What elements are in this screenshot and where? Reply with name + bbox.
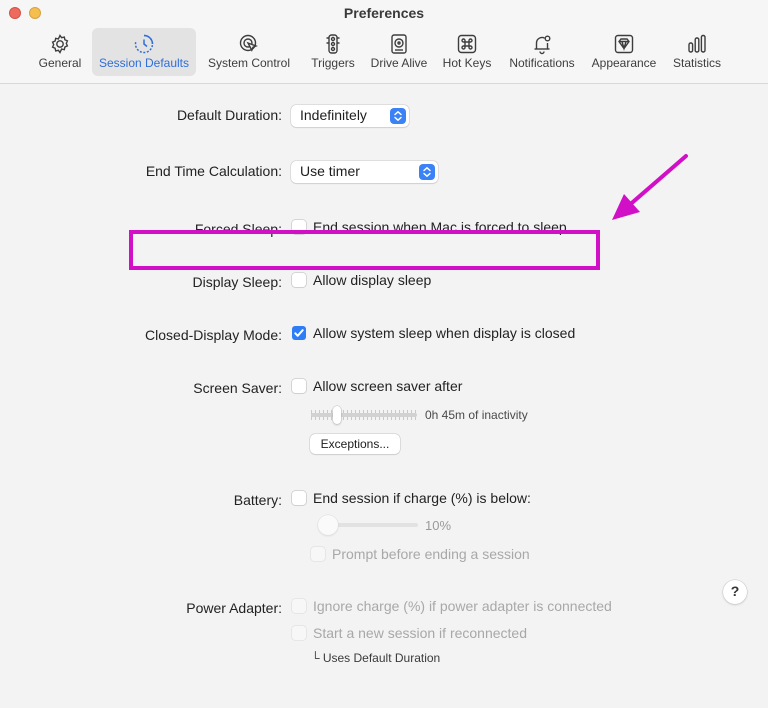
command-key-icon	[455, 32, 479, 56]
battery-checkbox[interactable]	[292, 491, 306, 505]
closed-display-mode-label: Closed-Display Mode:	[145, 327, 282, 343]
battery-charge-value: 10%	[425, 518, 452, 533]
screen-saver-slider-thumb[interactable]	[333, 406, 341, 424]
ignore-charge-checkbox[interactable]	[292, 599, 306, 613]
title-bar: Preferences General Session Defaults Sys…	[0, 0, 768, 84]
start-new-session-checkbox[interactable]	[292, 626, 306, 640]
tab-drive-alive[interactable]: Drive Alive	[366, 28, 432, 76]
end-time-calculation-value: Use timer	[300, 163, 360, 179]
screen-saver-checkbox[interactable]	[292, 379, 306, 393]
chevron-up-down-icon	[419, 164, 435, 180]
power-adapter-label: Power Adapter:	[186, 600, 282, 616]
diamond-icon	[612, 32, 636, 56]
end-time-calculation-label: End Time Calculation:	[145, 163, 282, 179]
battery-label: Battery:	[233, 492, 282, 508]
bar-chart-icon	[685, 32, 709, 56]
closed-display-mode-checkbox[interactable]	[292, 326, 306, 340]
end-time-calculation-select[interactable]: Use timer	[291, 161, 438, 183]
tab-label: Statistics	[672, 56, 721, 70]
gear-icon	[48, 32, 72, 56]
preferences-window: Preferences General Session Defaults Sys…	[0, 0, 768, 708]
tab-general[interactable]: General	[30, 28, 90, 76]
tab-label: Session Defaults	[98, 56, 190, 70]
tab-notifications[interactable]: Notifications	[504, 28, 580, 76]
tab-system-control[interactable]: System Control	[202, 28, 296, 76]
screen-saver-inactivity-text: 0h 45m of inactivity	[425, 408, 528, 422]
tab-statistics[interactable]: Statistics	[668, 28, 726, 76]
ignore-charge-option: Ignore charge (%) if power adapter is co…	[313, 598, 612, 614]
checkmark-icon	[294, 329, 304, 337]
display-sleep-option: Allow display sleep	[313, 272, 432, 288]
traffic-light-icon	[321, 32, 345, 56]
screen-saver-label: Screen Saver:	[193, 380, 282, 396]
screen-saver-option: Allow screen saver after	[313, 378, 463, 394]
battery-option: End session if charge (%) is below:	[313, 490, 531, 506]
chevron-up-down-icon	[390, 108, 406, 124]
screen-saver-slider[interactable]	[311, 413, 417, 417]
clock-icon	[132, 32, 156, 56]
tab-session-defaults[interactable]: Session Defaults	[92, 28, 196, 76]
tab-label: Triggers	[311, 56, 355, 70]
annotation-highlight-box	[129, 230, 600, 270]
tab-label: Notifications	[509, 56, 575, 70]
window-title: Preferences	[343, 5, 425, 21]
help-button[interactable]: ?	[723, 580, 747, 604]
battery-charge-slider-thumb[interactable]	[318, 515, 338, 535]
uses-default-duration-note: └ Uses Default Duration	[311, 651, 441, 665]
default-duration-label: Default Duration:	[176, 107, 282, 123]
display-sleep-checkbox[interactable]	[292, 273, 306, 287]
start-new-session-option: Start a new session if reconnected	[313, 625, 528, 641]
bell-icon	[530, 32, 554, 56]
display-sleep-label: Display Sleep:	[192, 274, 283, 290]
exceptions-button[interactable]: Exceptions...	[310, 434, 400, 454]
tab-label: Hot Keys	[442, 56, 492, 70]
default-duration-value: Indefinitely	[300, 107, 367, 123]
prompt-before-ending-checkbox[interactable]	[311, 547, 325, 561]
annotation-arrow-icon	[612, 154, 688, 220]
tab-label: General	[38, 56, 82, 70]
prompt-before-ending-option: Prompt before ending a session	[332, 546, 530, 562]
cursor-click-icon	[237, 32, 261, 56]
tab-triggers[interactable]: Triggers	[304, 28, 362, 76]
tab-appearance[interactable]: Appearance	[586, 28, 662, 76]
closed-display-mode-option: Allow system sleep when display is close…	[313, 325, 576, 341]
tab-label: Drive Alive	[370, 56, 428, 70]
default-duration-select[interactable]: Indefinitely	[291, 105, 409, 127]
tab-label: System Control	[207, 56, 291, 70]
tab-hot-keys[interactable]: Hot Keys	[438, 28, 496, 76]
hard-drive-icon	[387, 32, 411, 56]
tab-label: Appearance	[591, 56, 657, 70]
